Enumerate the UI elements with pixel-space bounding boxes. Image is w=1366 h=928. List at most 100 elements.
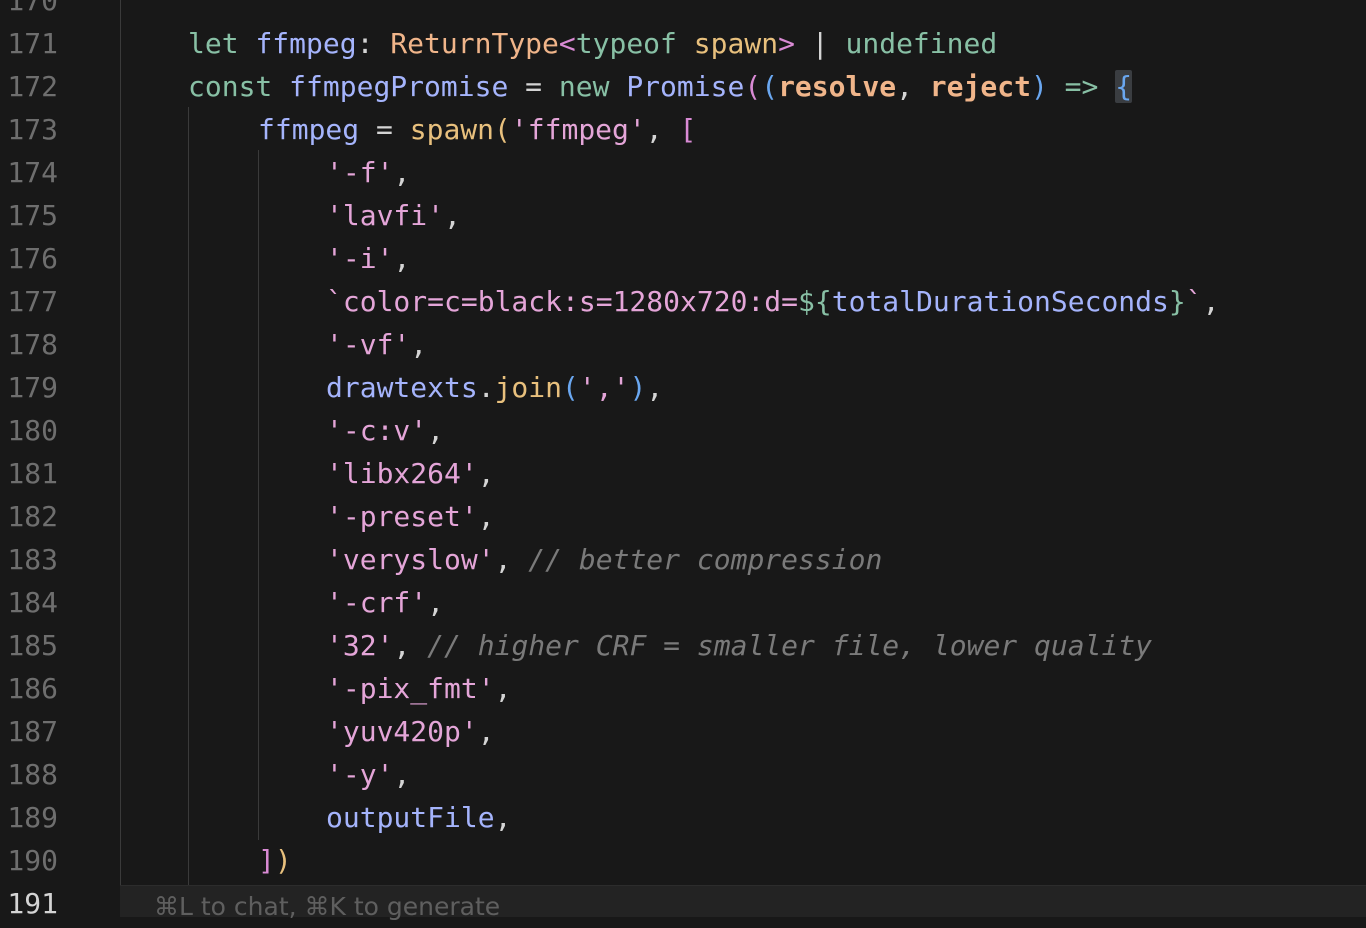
code-token: ,	[393, 242, 411, 275]
code-token: 'ffmpeg'	[510, 113, 646, 146]
code-line[interactable]: '-pix_fmt',	[120, 667, 1366, 710]
line-number: 189	[7, 801, 58, 834]
code-token: }	[1168, 285, 1186, 318]
code-line[interactable]: drawtexts.join(','),	[120, 366, 1366, 409]
code-token: (	[494, 113, 511, 146]
code-token: ,	[645, 113, 680, 146]
code-token: outputFile	[326, 801, 495, 834]
code-token: ReturnType	[390, 27, 559, 60]
code-token: drawtexts	[326, 371, 478, 404]
code-token: =>	[1047, 70, 1116, 103]
code-token: ,	[393, 629, 428, 662]
line-number: 184	[7, 586, 58, 619]
line-number: 173	[7, 113, 58, 146]
code-token: ,	[494, 801, 512, 834]
code-token: // better compression	[528, 543, 883, 576]
line-number: 176	[7, 242, 58, 275]
code-line[interactable]: 'yuv420p',	[120, 710, 1366, 753]
code-token: spawn	[409, 113, 495, 146]
line-number: 182	[7, 500, 58, 533]
code-token: new	[558, 70, 627, 103]
code-token: ,	[427, 586, 445, 619]
line-number: 175	[7, 199, 58, 232]
line-number: 185	[7, 629, 58, 662]
code-token: ,	[444, 199, 461, 232]
line-number: 180	[7, 414, 58, 447]
code-token: '-vf'	[326, 328, 411, 361]
code-token: (	[761, 70, 779, 103]
code-line[interactable]: '-preset',	[120, 495, 1366, 538]
code-token: ,	[477, 500, 495, 533]
code-token: 'yuv420p'	[326, 715, 478, 748]
code-token: 'veryslow'	[326, 543, 495, 576]
code-token: =	[508, 70, 559, 103]
code-line[interactable]: '-c:v',	[120, 409, 1366, 452]
code-line[interactable]: `color=c=black:s=1280x720:d=${totalDurat…	[120, 280, 1366, 323]
code-token: ,	[477, 715, 495, 748]
code-token: :	[356, 27, 391, 60]
code-token: '-f'	[326, 156, 394, 189]
code-line[interactable]: outputFile,	[120, 796, 1366, 839]
line-number: 179	[7, 371, 58, 404]
code-token: spawn	[693, 27, 779, 60]
code-token: `color=c=black:s=1280x720:d=	[326, 285, 799, 318]
code-token: ]	[258, 844, 275, 877]
line-number: 187	[7, 715, 58, 748]
code-token: Promise	[626, 70, 745, 103]
code-token: [	[679, 113, 697, 146]
code-line[interactable]: 'libx264',	[120, 452, 1366, 495]
code-line[interactable]	[120, 0, 1366, 22]
line-number: 171	[7, 27, 58, 60]
code-token: )	[1030, 70, 1048, 103]
code-token: totalDurationSeconds	[831, 285, 1169, 318]
inline-chat-hint: ⌘L to chat, ⌘K to generate	[154, 892, 501, 921]
code-token: '-preset'	[326, 500, 478, 533]
code-token: '-pix_fmt'	[326, 672, 495, 705]
code-line[interactable]: let ffmpeg: ReturnType<typeof spawn> | u…	[120, 22, 1366, 65]
code-token: let	[188, 27, 256, 60]
code-token: ,	[494, 543, 529, 576]
code-token: resolve	[778, 70, 897, 103]
line-number: 181	[7, 457, 58, 490]
code-line[interactable]: ffmpeg = spawn('ffmpeg', [	[120, 108, 1366, 151]
line-number: 178	[7, 328, 58, 361]
code-line[interactable]: '32', // higher CRF = smaller file, lowe…	[120, 624, 1366, 667]
code-token: reject	[929, 70, 1031, 103]
line-number: 188	[7, 758, 58, 791]
code-line[interactable]: '-y',	[120, 753, 1366, 796]
code-line[interactable]: 'lavfi',	[120, 194, 1366, 237]
code-token: ,	[896, 70, 930, 103]
line-number: 177	[7, 285, 58, 318]
code-token: undefined	[845, 27, 998, 60]
code-token: ,	[1202, 285, 1220, 318]
code-line[interactable]: 'veryslow', // better compression	[120, 538, 1366, 581]
line-number: 174	[7, 156, 58, 189]
code-token: '-c:v'	[326, 414, 428, 447]
code-token: (	[562, 371, 579, 404]
code-token: )	[629, 371, 647, 404]
code-token: (	[744, 70, 762, 103]
code-line[interactable]: '-i',	[120, 237, 1366, 280]
code-token: ,	[410, 328, 428, 361]
code-token: ffmpegPromise	[289, 70, 509, 103]
code-token: >	[778, 27, 795, 60]
line-number: 186	[7, 672, 58, 705]
line-number: 170	[7, 0, 58, 17]
code-editor[interactable]: 170 171 172 173 174 175 176 177 178 179 180 181 182 1…	[0, 0, 1366, 921]
code-token: 'lavfi'	[326, 199, 445, 232]
code-line[interactable]: ])	[120, 839, 1366, 882]
code-token: .	[477, 371, 495, 404]
code-token: join	[494, 371, 563, 404]
line-number: 191	[7, 887, 58, 920]
code-line[interactable]: '-f',	[120, 151, 1366, 194]
code-token: const	[188, 70, 290, 103]
code-line[interactable]: '-vf',	[120, 323, 1366, 366]
code-line[interactable]: const ffmpegPromise = new Promise((resol…	[120, 65, 1366, 108]
code-token: 'libx264'	[326, 457, 478, 490]
code-token: )	[274, 844, 292, 877]
code-line[interactable]: '-crf',	[120, 581, 1366, 624]
code-token: '-y'	[326, 758, 394, 791]
code-token: // higher CRF = smaller file, lower qual…	[427, 629, 1153, 662]
code-token: {	[1115, 70, 1133, 103]
code-token: ffmpeg	[258, 113, 360, 146]
